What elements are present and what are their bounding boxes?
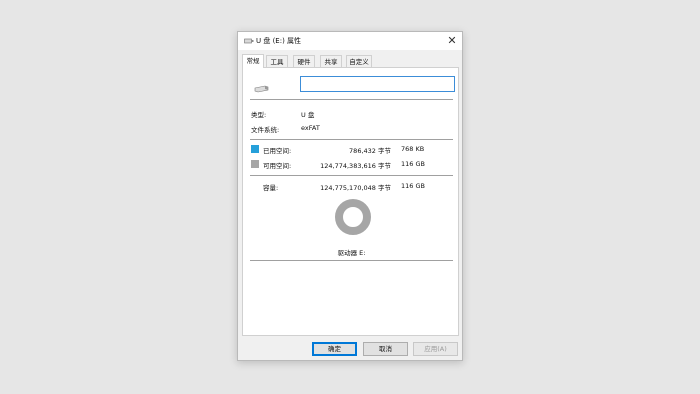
- usb-drive-icon: [244, 38, 254, 44]
- used-space-bytes: 786,432 字节: [349, 147, 391, 155]
- tab-hardware[interactable]: 硬件: [293, 55, 315, 67]
- capacity-size: 116 GB: [401, 182, 425, 190]
- capacity-bytes: 124,775,170,048 字节: [320, 184, 391, 192]
- filesystem-label: 文件系统:: [251, 126, 280, 134]
- free-space-size: 116 GB: [401, 160, 425, 168]
- usb-drive-icon: [254, 85, 269, 93]
- type-value: U 盘: [301, 111, 315, 119]
- tab-general[interactable]: 常规: [242, 54, 264, 68]
- close-icon: ✕: [447, 34, 457, 47]
- tab-sharing[interactable]: 共享: [320, 55, 342, 67]
- filesystem-value: exFAT: [301, 124, 320, 132]
- free-space-bytes: 124,774,383,616 字节: [320, 162, 391, 170]
- title-bar[interactable]: U 盘 (E:) 属性 ✕: [238, 32, 462, 50]
- ok-button[interactable]: 确定: [312, 342, 357, 356]
- window-title: U 盘 (E:) 属性: [256, 37, 302, 45]
- apply-button[interactable]: 应用(A): [413, 342, 458, 356]
- free-space-label: 可用空间:: [263, 162, 292, 170]
- divider: [250, 260, 453, 261]
- used-space-size: 768 KB: [401, 145, 425, 153]
- cancel-button[interactable]: 取消: [363, 342, 408, 356]
- properties-dialog: U 盘 (E:) 属性 ✕ 常规 工具 硬件 共享 自定义 类型: U 盘 文件…: [237, 31, 463, 361]
- divider: [250, 175, 453, 176]
- type-label: 类型:: [251, 111, 267, 119]
- tab-customize[interactable]: 自定义: [346, 55, 372, 67]
- free-space-swatch: [251, 160, 259, 168]
- divider: [250, 99, 453, 100]
- drive-letter-label: 驱动器 E:: [337, 249, 366, 257]
- divider: [250, 139, 453, 140]
- tab-tools[interactable]: 工具: [266, 55, 288, 67]
- general-panel: 类型: U 盘 文件系统: exFAT 已用空间: 786,432 字节 768…: [242, 67, 459, 336]
- usage-donut-chart: [335, 199, 371, 235]
- close-button[interactable]: ✕: [444, 33, 460, 49]
- used-space-label: 已用空间:: [263, 147, 292, 155]
- capacity-label: 容量:: [263, 184, 279, 192]
- drive-name-input[interactable]: [300, 76, 455, 92]
- free-space-ring: [335, 199, 371, 235]
- used-space-swatch: [251, 145, 259, 153]
